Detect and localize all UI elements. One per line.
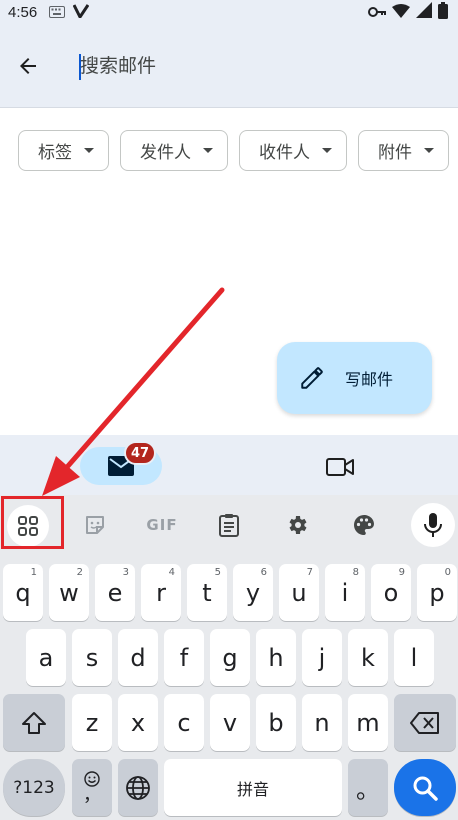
key-h[interactable]: h (256, 629, 296, 686)
arrow-back-icon (20, 58, 36, 74)
period-key[interactable]: 。 (348, 759, 388, 816)
compose-label: 写邮件 (345, 370, 394, 389)
pencil-icon (301, 367, 323, 389)
theme-button[interactable] (344, 505, 384, 545)
search-key[interactable] (394, 759, 456, 816)
battery-icon (438, 1, 448, 23)
key-r[interactable]: r4 (141, 564, 181, 621)
key-u[interactable]: u7 (279, 564, 319, 621)
gif-button[interactable]: GIF (140, 505, 184, 545)
clipboard-button[interactable] (209, 505, 249, 545)
key-s[interactable]: s (72, 629, 112, 686)
filter-chip-attachment[interactable]: 附件 (358, 130, 449, 171)
key-q[interactable]: q1 (3, 564, 43, 621)
comma-label: ， (83, 784, 101, 806)
key-n[interactable]: n (302, 694, 342, 751)
key-k[interactable]: k (348, 629, 388, 686)
dropdown-arrow-icon (84, 148, 94, 153)
bottom-navigation (0, 435, 458, 495)
shift-key[interactable] (3, 694, 65, 751)
key-j[interactable]: j (302, 629, 342, 686)
key-f[interactable]: f (164, 629, 204, 686)
unread-badge: 47 (124, 441, 157, 465)
key-x[interactable]: x (118, 694, 158, 751)
key-l[interactable]: l (394, 629, 434, 686)
key-d[interactable]: d (118, 629, 158, 686)
status-time: 4:56 (8, 3, 38, 21)
filter-chip-from[interactable]: 发件人 (120, 130, 228, 171)
back-button[interactable] (8, 46, 48, 86)
key-y[interactable]: y6 (233, 564, 273, 621)
settings-button[interactable] (277, 505, 317, 545)
sticker-icon (86, 516, 104, 534)
dropdown-arrow-icon (203, 148, 213, 153)
key-a[interactable]: a (26, 629, 66, 686)
key-v[interactable]: v (210, 694, 250, 751)
wifi-icon (392, 3, 410, 22)
filter-chips: 标签 发件人 收件人 附件 (18, 130, 449, 171)
annotation-highlight-box (1, 496, 64, 549)
key-o[interactable]: o9 (371, 564, 411, 621)
chip-label: 标签 (38, 143, 72, 163)
key-z[interactable]: z (72, 694, 112, 751)
chip-label: 收件人 (259, 143, 310, 163)
key-p[interactable]: p0 (417, 564, 457, 621)
nav-meet-tab[interactable] (323, 453, 357, 481)
compose-button[interactable]: 写邮件 (277, 342, 432, 414)
video-icon (326, 458, 354, 476)
mic-icon (424, 513, 442, 537)
chip-label: 附件 (378, 143, 412, 163)
symbols-key[interactable]: ?123 (3, 759, 65, 816)
space-key[interactable]: 拼音 (164, 759, 342, 816)
key-i[interactable]: i8 (325, 564, 365, 621)
backspace-icon (410, 711, 439, 734)
search-icon (413, 776, 438, 801)
dropdown-arrow-icon (322, 148, 332, 153)
dropdown-arrow-icon (424, 148, 434, 153)
v-icon (72, 3, 90, 22)
key-m[interactable]: m (348, 694, 388, 751)
palette-icon (354, 515, 374, 535)
key-g[interactable]: g (210, 629, 250, 686)
emoji-comma-key[interactable]: ， (72, 759, 112, 816)
key-w[interactable]: w2 (49, 564, 89, 621)
key-icon (368, 3, 386, 22)
language-key[interactable] (118, 759, 158, 816)
sticker-button[interactable] (75, 505, 115, 545)
gear-icon (289, 516, 307, 534)
search-input[interactable] (80, 50, 420, 82)
search-header (0, 24, 458, 108)
gif-label: GIF (146, 516, 178, 534)
key-t[interactable]: t5 (187, 564, 227, 621)
key-e[interactable]: e3 (95, 564, 135, 621)
filter-chip-to[interactable]: 收件人 (239, 130, 347, 171)
signal-icon (416, 2, 432, 22)
key-b[interactable]: b (256, 694, 296, 751)
voice-input-button[interactable] (411, 503, 455, 547)
keyboard-toolbar: GIF (0, 495, 458, 555)
backspace-key[interactable] (394, 694, 456, 751)
status-bar: 4:56 (0, 0, 458, 24)
chip-label: 发件人 (140, 143, 191, 163)
shift-icon (22, 711, 46, 734)
key-c[interactable]: c (164, 694, 204, 751)
keyboard-icon (49, 3, 66, 22)
keyboard: GIF q1 w2 e3 r4 t5 y6 u7 i8 o9 p0 a s d … (0, 495, 458, 820)
filter-chip-label[interactable]: 标签 (18, 130, 109, 171)
globe-icon (126, 775, 150, 800)
clipboard-icon (219, 514, 239, 537)
